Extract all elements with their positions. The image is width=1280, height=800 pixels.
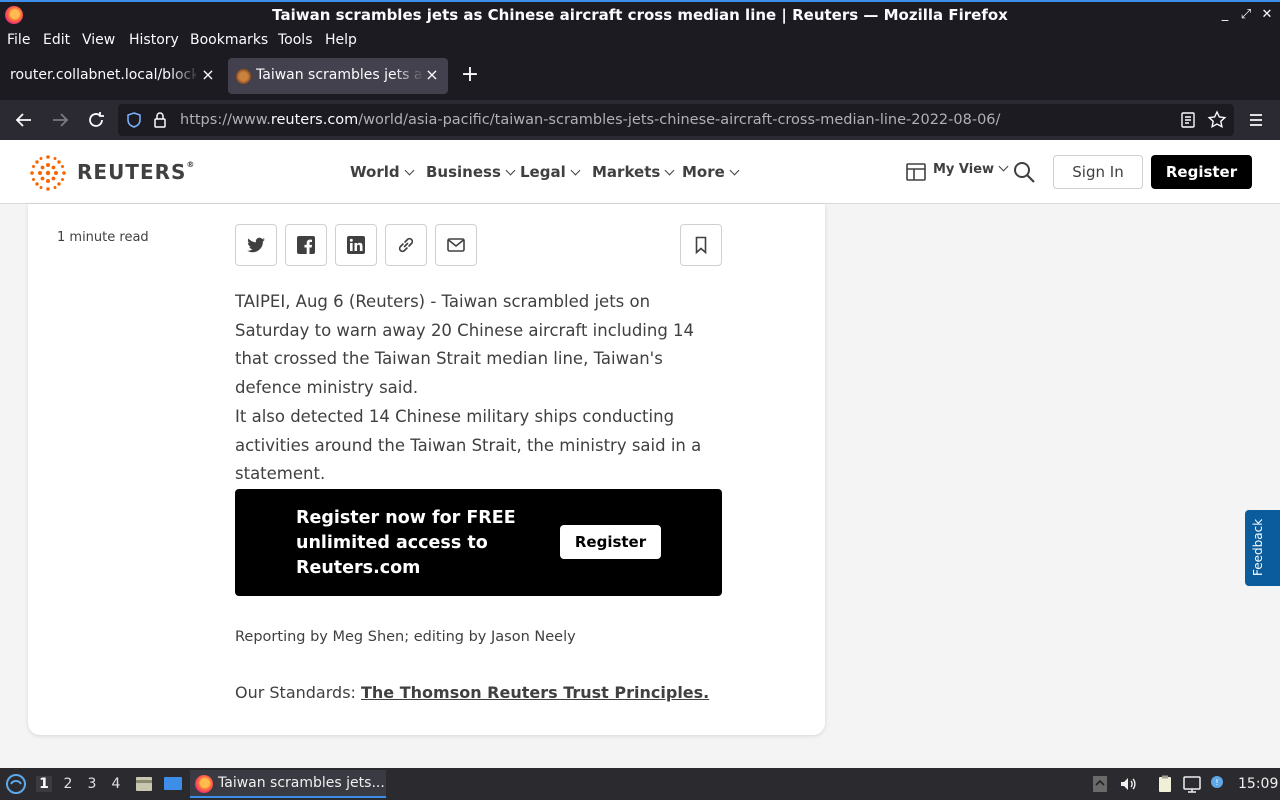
chevron-down-icon [404,165,415,176]
taskbar: 1 2 3 4 Taiwan scrambles jets... ! 15:09 [0,768,1280,800]
chevron-down-icon [729,165,740,176]
url-text: https://www.reuters.com/world/asia-pacif… [180,112,1001,128]
window-title: Taiwan scrambles jets as Chinese aircraf… [272,6,1008,24]
nav-world[interactable]: World [350,163,415,181]
chevron-down-icon [505,165,516,176]
tray-up-icon[interactable] [1090,774,1110,794]
firefox-icon [195,775,213,793]
volume-icon[interactable] [1118,774,1138,794]
reload-icon[interactable] [82,106,110,134]
minimize-icon[interactable]: _ [1218,7,1232,22]
close-icon[interactable]: ✕ [1260,7,1274,22]
promo-register-button[interactable]: Register [560,525,661,559]
close-tab-icon[interactable]: × [424,65,440,84]
nav-more[interactable]: More [682,163,740,181]
search-icon[interactable] [1012,160,1036,184]
share-twitter-button[interactable] [235,224,277,266]
share-link-button[interactable] [385,224,427,266]
back-arrow-icon[interactable] [10,106,38,134]
register-promo: Register now for FREE unlimited access t… [235,489,722,596]
bookmark-icon [695,236,707,255]
menu-edit[interactable]: Edit [43,32,70,48]
my-view-icon[interactable] [906,162,926,182]
start-menu-icon[interactable] [5,773,27,795]
menu-history[interactable]: History [129,32,179,48]
article-paragraph: TAIPEI, Aug 6 (Reuters) - Taiwan scrambl… [235,292,695,397]
article-paragraph: It also detected 14 Chinese military shi… [235,407,702,483]
network-icon[interactable] [1182,774,1202,794]
linkedin-icon [347,236,365,254]
menu-bookmarks[interactable]: Bookmarks [190,32,268,48]
window-titlebar: Taiwan scrambles jets as Chinese aircraf… [0,0,1280,28]
share-email-button[interactable] [435,224,477,266]
workspace-1[interactable]: 1 [36,776,52,792]
chevron-down-icon [570,165,581,176]
forward-arrow-icon[interactable] [46,106,74,134]
email-icon [447,238,465,252]
reuters-wordmark[interactable]: REUTERS® [77,160,195,184]
tracking-shield-icon[interactable] [124,110,144,130]
workspace-3[interactable]: 3 [84,776,100,792]
tab-reuters-article[interactable]: Taiwan scrambles jets as Chinese × [228,58,448,94]
hamburger-menu-icon[interactable] [1242,106,1270,134]
share-facebook-button[interactable] [285,224,327,266]
new-tab-button[interactable]: + [458,62,482,87]
bookmark-star-icon[interactable] [1207,110,1227,130]
task-label: Taiwan scrambles jets... [218,775,385,791]
nav-legal[interactable]: Legal [520,163,581,181]
reader-view-icon[interactable] [1178,110,1198,130]
menu-help[interactable]: Help [325,32,357,48]
my-view-button[interactable]: My View [933,161,1009,177]
article-byline: Reporting by Meg Shen; editing by Jason … [235,629,576,645]
promo-text: Register now for FREE unlimited access t… [296,508,516,578]
share-linkedin-button[interactable] [335,224,377,266]
maximize-icon[interactable]: ⤢ [1239,7,1253,22]
menu-view[interactable]: View [82,32,115,48]
reuters-logo-icon[interactable] [27,153,69,193]
nav-markets[interactable]: Markets [592,163,675,181]
tab-fade [170,58,200,94]
navigation-bar: https://www.reuters.com/world/asia-pacif… [0,100,1280,140]
chevron-down-icon [664,165,675,176]
twitter-icon [247,237,265,253]
menu-bar: File Edit View History Bookmarks Tools H… [0,28,1280,54]
reuters-favicon-icon [236,69,251,84]
clipboard-icon[interactable] [1155,774,1175,794]
chevron-down-icon [998,161,1009,172]
nav-business[interactable]: Business [426,163,516,181]
standards-line: Our Standards: The Thomson Reuters Trust… [235,683,710,702]
close-tab-icon[interactable]: × [200,65,216,84]
url-bar[interactable]: https://www.reuters.com/world/asia-pacif… [118,104,1234,136]
register-button[interactable]: Register [1151,155,1252,189]
menu-file[interactable]: File [7,32,30,48]
svg-text:!: ! [1215,778,1218,787]
clock: 15:09 [1238,776,1279,792]
trust-principles-link[interactable]: The Thomson Reuters Trust Principles. [361,683,709,702]
workspace-2[interactable]: 2 [60,776,76,792]
read-time: 1 minute read [57,230,149,245]
sign-in-button[interactable]: Sign In [1053,155,1143,189]
feedback-button[interactable]: Feedback [1245,510,1280,586]
menu-tools[interactable]: Tools [278,32,313,48]
tab-bar: router.collabnet.local/blocked × Taiwan … [0,54,1280,100]
facebook-icon [297,236,315,254]
file-manager-icon[interactable] [134,774,154,794]
link-icon [398,237,414,253]
save-article-button[interactable] [680,224,722,266]
tab-router-blocked[interactable]: router.collabnet.local/blocked × [0,58,222,94]
tab-label: router.collabnet.local/blocked [10,67,196,83]
padlock-icon[interactable] [150,110,170,130]
workspace-4[interactable]: 4 [108,776,124,792]
tab-fade [394,58,424,94]
desktop-icon[interactable] [163,774,183,794]
site-header: REUTERS® World Business Legal Markets Mo… [0,140,1280,204]
notification-icon[interactable]: ! [1207,774,1227,794]
taskbar-firefox-window[interactable]: Taiwan scrambles jets... [190,770,386,798]
